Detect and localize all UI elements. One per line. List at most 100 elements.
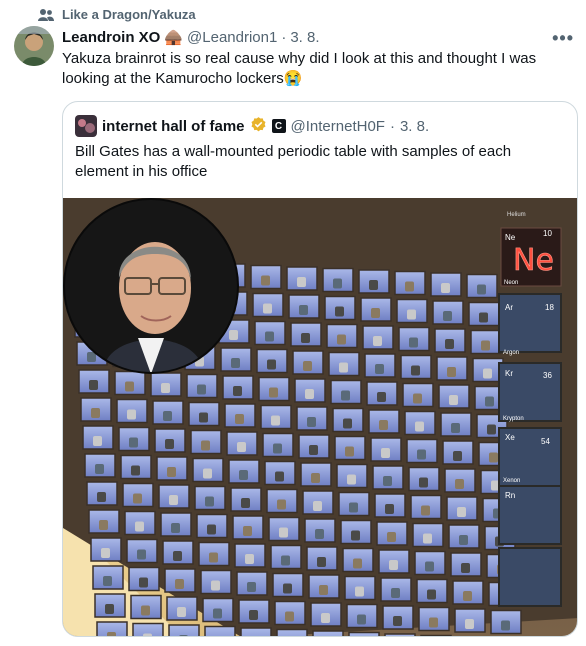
element-sample — [465, 619, 474, 629]
author-avatar[interactable] — [14, 26, 54, 66]
element-sample — [309, 445, 318, 455]
element-sample — [429, 617, 438, 628]
quoted-post[interactable]: internet hall of fame C @InternetH0F · 3… — [62, 101, 578, 637]
element-sample — [301, 333, 310, 343]
quoted-date[interactable]: 3. 8. — [400, 118, 429, 135]
element-sample — [333, 278, 342, 289]
element-sample — [129, 437, 138, 448]
element-sample — [461, 563, 470, 573]
element-sample — [337, 334, 346, 345]
element-sample — [423, 533, 432, 544]
element-sample — [139, 577, 148, 588]
element-sample — [197, 384, 206, 395]
element-sample — [99, 520, 108, 530]
element-sample — [277, 499, 286, 510]
krypton-label: Krypton — [503, 416, 524, 422]
neon-sign-text: Ne — [513, 243, 554, 278]
element-sample — [231, 358, 240, 368]
affiliate-badge-icon: C — [271, 119, 286, 133]
element-sample — [203, 468, 212, 479]
element-sample — [247, 582, 256, 592]
element-sample — [347, 474, 356, 485]
element-sample — [285, 611, 294, 622]
xenon-label: Xenon — [503, 478, 520, 484]
element-sample — [107, 632, 116, 636]
locker-cell — [240, 627, 272, 636]
element-sample — [349, 502, 358, 513]
argon-symbol: Ar — [505, 303, 513, 312]
element-sample — [271, 415, 280, 426]
element-sample — [173, 551, 182, 561]
element-sample — [305, 389, 314, 399]
element-sample — [167, 467, 176, 477]
element-sample — [417, 449, 426, 460]
element-sample — [315, 529, 324, 539]
element-sample — [163, 411, 172, 421]
element-sample — [379, 420, 388, 430]
element-sample — [357, 614, 366, 625]
element-sample — [393, 616, 402, 626]
element-sample — [341, 390, 350, 401]
element-sample — [171, 523, 180, 533]
quoted-author-name[interactable]: internet hall of fame — [102, 118, 245, 135]
element-sample — [339, 362, 348, 373]
element-sample — [485, 396, 494, 407]
element-sample — [249, 610, 258, 620]
element-sample — [101, 548, 110, 558]
quoted-handle[interactable]: @InternetH0F — [291, 118, 385, 135]
element-sample — [449, 395, 458, 405]
neon-symbol: Ne — [505, 233, 516, 242]
element-sample — [95, 464, 104, 474]
element-sample — [93, 436, 102, 446]
quoted-media[interactable]: Ne 10 Ne Neon Helium Ar 18 Argon Kr 36 K… — [63, 198, 577, 636]
element-sample — [273, 443, 282, 454]
locker-cell — [384, 633, 416, 636]
element-sample — [91, 408, 100, 418]
element-sample — [175, 579, 184, 589]
element-sample — [283, 583, 292, 594]
element-sample — [355, 586, 364, 597]
element-sample — [413, 393, 422, 404]
element-sample — [411, 365, 420, 376]
element-sample — [307, 417, 316, 427]
element-sample — [211, 580, 220, 591]
element-sample — [205, 496, 214, 507]
element-sample — [207, 524, 216, 535]
author-handle[interactable]: @Leandrion1 — [187, 29, 277, 46]
more-options-icon[interactable]: ••• — [552, 28, 574, 49]
author-name[interactable]: Leandroin XO — [62, 29, 160, 46]
element-sample — [391, 588, 400, 598]
element-sample — [137, 549, 146, 560]
element-sample — [453, 451, 462, 461]
community-icon — [38, 8, 54, 22]
element-sample — [483, 368, 492, 379]
locker-cell — [276, 628, 308, 636]
element-sample — [501, 620, 510, 631]
radon-symbol: Rn — [505, 491, 515, 500]
element-sample — [279, 527, 288, 538]
neon-number: 10 — [543, 229, 552, 238]
element-sample — [427, 589, 436, 600]
element-sample — [477, 284, 486, 295]
quoted-text: Bill Gates has a wall-mounted periodic t… — [75, 143, 512, 180]
element-sample — [343, 418, 352, 429]
element-sample — [235, 414, 244, 424]
element-sample — [105, 604, 114, 614]
element-sample — [317, 557, 326, 567]
element-sample — [457, 507, 466, 517]
community-label[interactable]: Like a Dragon/Yakuza — [38, 7, 196, 22]
element-sample — [177, 607, 186, 617]
affiliate-badge-letter: C — [274, 120, 283, 132]
noble-gas-cell — [498, 547, 562, 607]
post-date[interactable]: 3. 8. — [290, 29, 319, 46]
verified-badge-icon — [250, 116, 267, 137]
element-sample — [233, 386, 242, 396]
element-sample — [407, 309, 416, 320]
quoted-separator: · — [389, 117, 395, 135]
element-sample — [89, 380, 98, 390]
element-sample — [103, 576, 112, 586]
locker-cell — [204, 625, 236, 636]
element-sample — [133, 493, 142, 504]
element-sample — [443, 311, 452, 321]
quoted-avatar[interactable] — [75, 115, 97, 137]
